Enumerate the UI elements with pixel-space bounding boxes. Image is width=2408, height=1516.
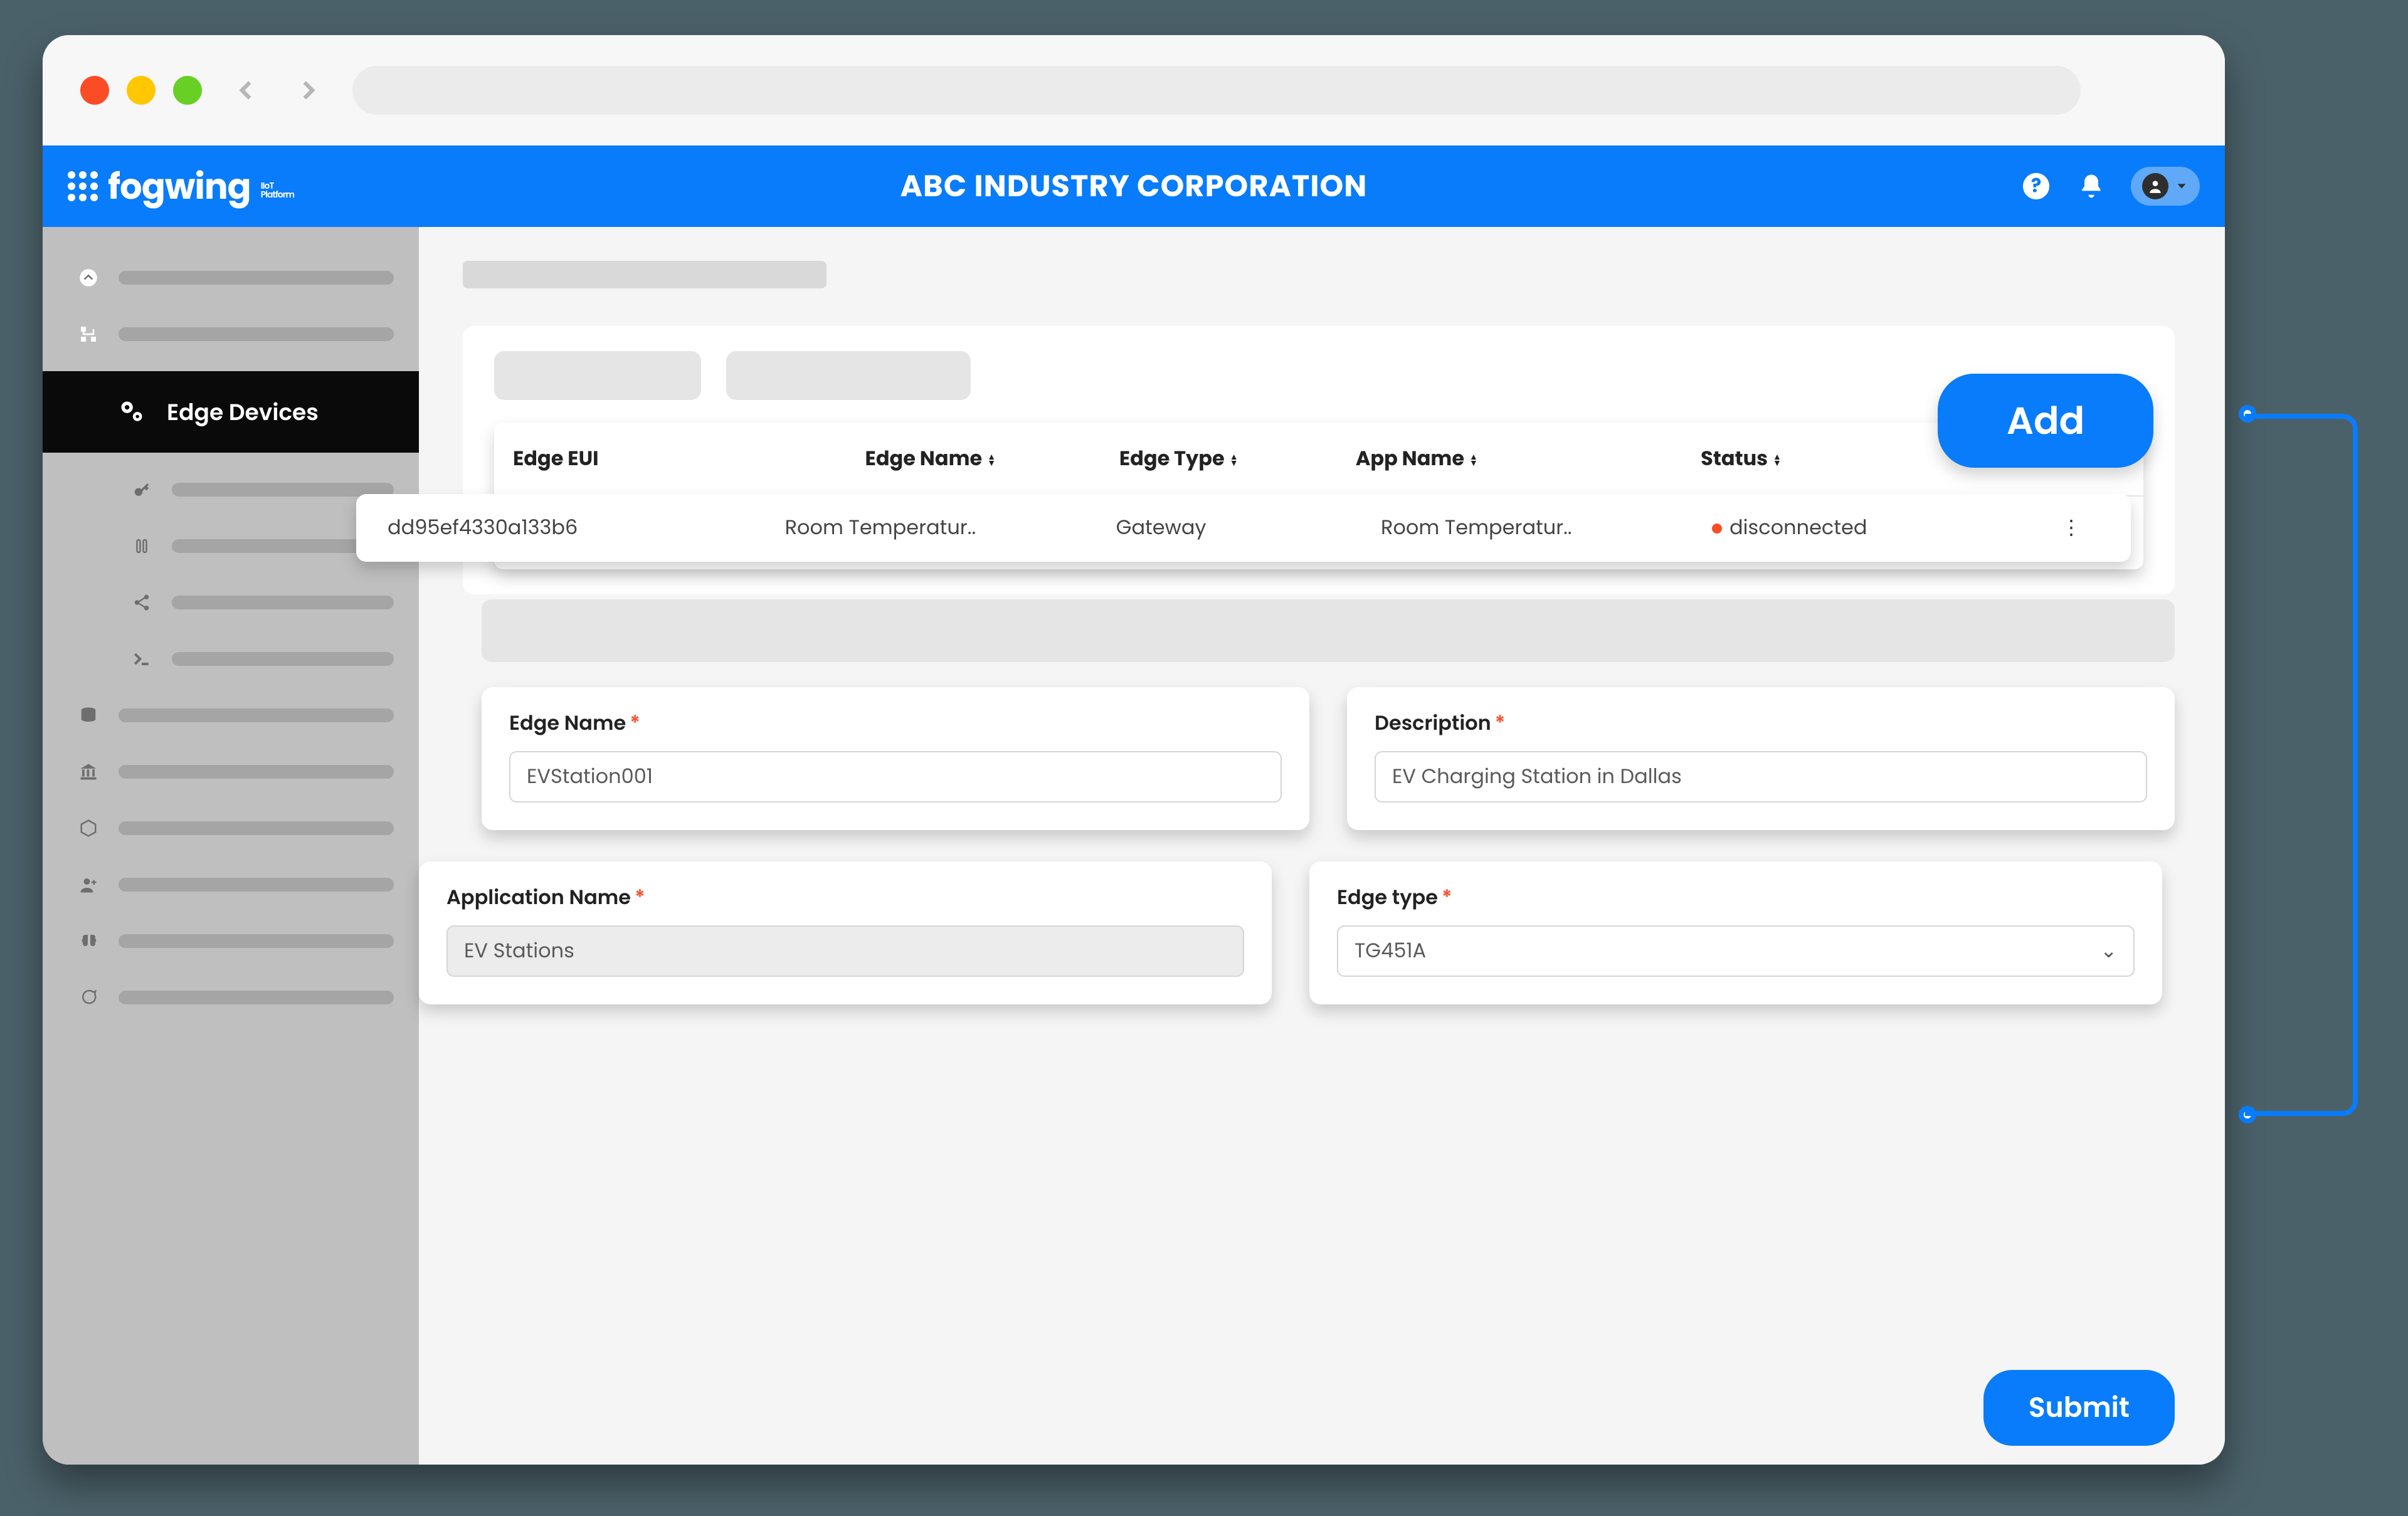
- sort-icon: [1230, 453, 1238, 466]
- table-row-floating[interactable]: dd95ef4330a133b6 Room Temperatur.. Gatew…: [356, 494, 2131, 562]
- app-header: fogwing IIoT Platform ABC INDUSTRY CORPO…: [43, 145, 2225, 227]
- brain-icon: [77, 930, 100, 952]
- browser-window: fogwing IIoT Platform ABC INDUSTRY CORPO…: [43, 35, 2225, 1465]
- user-avatar-icon: [2142, 173, 2168, 199]
- col-edge-type[interactable]: Edge Type: [1101, 423, 1337, 496]
- application-name-input[interactable]: EV Stations: [446, 925, 1244, 977]
- window-minimize-icon[interactable]: [127, 76, 156, 105]
- sort-icon: [1469, 453, 1478, 466]
- col-status[interactable]: Status: [1682, 423, 1968, 496]
- window-maximize-icon[interactable]: [173, 76, 202, 105]
- chevron-down-icon: ⌄: [2100, 936, 2117, 966]
- gears-icon: [118, 398, 145, 426]
- sidebar-item[interactable]: [43, 746, 419, 797]
- sidebar-item[interactable]: [43, 859, 419, 910]
- description-input[interactable]: EV Charging Station in Dallas: [1375, 751, 2147, 803]
- chat-icon: [77, 986, 100, 1009]
- help-icon[interactable]: ?: [2020, 171, 2052, 202]
- cell-actions[interactable]: ⋮: [2043, 513, 2099, 543]
- lab-icon: [130, 535, 153, 557]
- browser-toolbar: [43, 35, 2225, 145]
- kebab-icon: ⋮: [2061, 513, 2081, 543]
- edge-type-card: Edge type* TG451A ⌄: [1309, 861, 2162, 1004]
- cell-name: Room Temperatur..: [785, 513, 1116, 543]
- connector-line: [2245, 414, 2358, 1116]
- application-name-label: Application Name*: [446, 883, 1244, 913]
- network-icon: [77, 323, 100, 345]
- sidebar: Edge Devices: [43, 227, 419, 1465]
- cell-status: disconnected: [1712, 513, 2043, 543]
- hexagon-icon: [77, 817, 100, 840]
- traffic-lights: [80, 76, 202, 105]
- bank-icon: [77, 761, 100, 783]
- sidebar-item[interactable]: [43, 252, 419, 303]
- sidebar-subitem[interactable]: [43, 633, 419, 685]
- key-icon: [130, 478, 153, 501]
- chevron-down-icon: [2175, 179, 2189, 193]
- submit-button[interactable]: Submit: [1983, 1370, 2175, 1446]
- edge-type-select[interactable]: TG451A ⌄: [1337, 925, 2135, 977]
- sidebar-item[interactable]: [43, 915, 419, 967]
- brand-subtitle: IIoT Platform: [261, 181, 294, 199]
- add-button[interactable]: Add: [1938, 374, 2153, 468]
- sidebar-item[interactable]: [43, 308, 419, 360]
- browser-forward-button[interactable]: [290, 71, 327, 109]
- tab-placeholder[interactable]: [494, 351, 701, 400]
- user-plus-icon: [77, 873, 100, 896]
- description-card: Description* EV Charging Station in Dall…: [1347, 687, 2175, 830]
- col-edge-eui[interactable]: Edge EUI: [494, 423, 847, 496]
- cell-app: Room Temperatur..: [1381, 513, 1712, 543]
- col-app-name[interactable]: App Name: [1337, 423, 1682, 496]
- browser-url-bar[interactable]: [352, 66, 2081, 115]
- sort-icon: [1773, 453, 1782, 466]
- svg-text:?: ?: [2031, 172, 2042, 199]
- cell-type: Gateway: [1116, 513, 1381, 543]
- cell-eui: dd95ef4330a133b6: [388, 513, 785, 543]
- edge-type-label: Edge type*: [1337, 883, 2135, 913]
- section-placeholder: [482, 599, 2175, 662]
- user-menu[interactable]: [2131, 167, 2200, 206]
- sidebar-item[interactable]: [43, 803, 419, 854]
- brand-logo[interactable]: fogwing IIoT Platform: [68, 160, 294, 213]
- sidebar-item-edge-devices[interactable]: Edge Devices: [43, 371, 419, 453]
- edge-name-label: Edge Name*: [509, 708, 1282, 739]
- tabs-placeholder: [494, 351, 2143, 400]
- sort-icon: [987, 453, 996, 466]
- header-actions: ?: [2020, 167, 2200, 206]
- status-dot-icon: [1712, 524, 1722, 534]
- col-edge-name[interactable]: Edge Name: [847, 423, 1101, 496]
- database-icon: [77, 704, 100, 727]
- tab-placeholder[interactable]: [726, 351, 971, 400]
- sidebar-subitem[interactable]: [43, 577, 419, 628]
- window-close-icon[interactable]: [80, 76, 109, 105]
- share-icon: [130, 591, 153, 614]
- sidebar-item-label: Edge Devices: [167, 395, 319, 429]
- notifications-icon[interactable]: [2076, 171, 2107, 202]
- sidebar-item[interactable]: [43, 690, 419, 741]
- application-name-card: Application Name* EV Stations: [419, 861, 1272, 1004]
- description-label: Description*: [1375, 708, 2147, 739]
- form-area: Edge Name* EVStation001 Description* EV …: [482, 599, 2175, 1446]
- browser-back-button[interactable]: [227, 71, 265, 109]
- edge-name-card: Edge Name* EVStation001: [482, 687, 1309, 830]
- terminal-icon: [130, 648, 153, 670]
- sidebar-item[interactable]: [43, 972, 419, 1023]
- edge-name-input[interactable]: EVStation001: [509, 751, 1282, 803]
- brand-grid-icon: [68, 171, 98, 201]
- chevron-up-circle-icon: [77, 266, 100, 289]
- page-heading-placeholder: [463, 261, 826, 288]
- table-header-row: Edge EUI Edge Name Edge Type App Name St…: [494, 423, 2143, 496]
- brand-name: fogwing: [108, 160, 251, 213]
- page-title: ABC INDUSTRY CORPORATION: [900, 164, 1368, 209]
